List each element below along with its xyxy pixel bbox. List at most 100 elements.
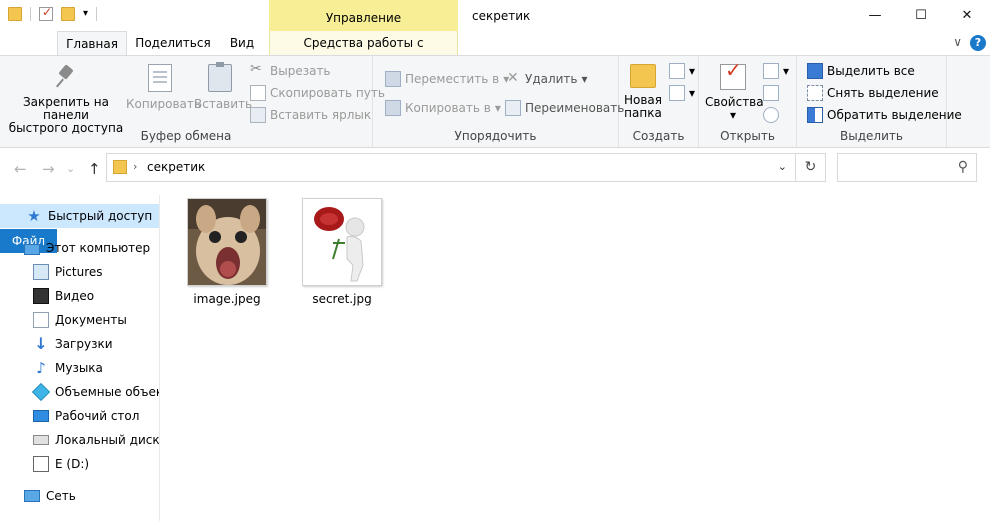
properties-icon [720, 64, 746, 90]
ribbon: Закрепить на панели быстрого доступа Коп… [0, 55, 990, 148]
copy-to-label: Копировать в [405, 101, 491, 115]
easy-access-button[interactable]: ▾ [669, 85, 695, 101]
chevron-down-icon: ▾ [689, 64, 696, 78]
sidebar-item-videos[interactable]: Видео [0, 284, 159, 308]
easy-access-icon [669, 85, 685, 101]
address-dropdown-icon[interactable]: ⌄ [778, 160, 787, 173]
sidebar-item-label: Загрузки [55, 337, 113, 351]
file-item[interactable]: image.jpeg [180, 198, 274, 306]
rename-icon [505, 100, 521, 116]
history-button[interactable] [763, 107, 779, 123]
search-input[interactable]: ⚲ [837, 153, 977, 182]
back-arrow-icon[interactable]: ← [14, 160, 27, 178]
refresh-button[interactable]: ↻ [796, 153, 826, 182]
pin-quick-access-button[interactable]: Закрепить на панели быстрого доступа [4, 64, 128, 135]
maximize-button[interactable]: ☐ [898, 0, 944, 31]
move-to-button[interactable]: Переместить в ▾ [385, 71, 509, 87]
sidebar-item-label: Документы [55, 313, 127, 327]
sidebar-item-quick-access[interactable]: ★ Быстрый доступ [0, 204, 159, 228]
copy-to-button[interactable]: Копировать в ▾ [385, 100, 501, 116]
close-button[interactable]: ✕ [944, 0, 990, 31]
music-note-icon: ♪ [36, 359, 46, 377]
sidebar-item-downloads[interactable]: ↓ Загрузки [0, 332, 159, 356]
select-all-button[interactable]: Выделить все [807, 63, 915, 79]
sidebar-item-desktop[interactable]: Рабочий стол [0, 404, 159, 428]
paste-shortcut-icon [250, 107, 266, 123]
new-folder-icon[interactable] [61, 7, 75, 21]
folder-icon[interactable] [8, 7, 22, 21]
tab-picture-tools[interactable]: Средства работы с рисунками [269, 31, 458, 74]
copy-path-button[interactable]: Скопировать путь [250, 85, 385, 101]
sidebar-item-music[interactable]: ♪ Музыка [0, 356, 159, 380]
sidebar-item-label: Этот компьютер [46, 241, 151, 255]
new-folder-button[interactable]: Новая папка [623, 64, 663, 120]
sidebar-item-label: Музыка [55, 361, 103, 375]
select-all-icon [807, 63, 823, 79]
breadcrumb-separator-icon[interactable]: › [133, 160, 137, 173]
sidebar-item-local-disk[interactable]: Локальный диск (C:) [0, 428, 159, 452]
edit-icon [763, 85, 779, 101]
recent-locations-icon[interactable]: ⌄ [66, 162, 75, 175]
select-none-button[interactable]: Снять выделение [807, 85, 939, 101]
drive-icon [33, 456, 49, 472]
invert-selection-icon [807, 107, 823, 123]
select-group: Выделить все Снять выделение Обратить вы… [797, 56, 962, 147]
dog-photo-icon [188, 199, 266, 285]
download-arrow-icon: ↓ [34, 334, 48, 353]
desktop-icon [33, 410, 49, 422]
chevron-down-icon: ▾ [729, 108, 737, 122]
organize-group: Переместить в ▾ Копировать в ▾ Удалить ▾… [373, 56, 624, 147]
breadcrumb-current[interactable]: секретик [147, 160, 205, 174]
star-icon: ★ [27, 207, 41, 225]
select-none-icon [807, 85, 823, 101]
up-arrow-icon[interactable]: ↑ [88, 160, 101, 178]
toolbar-divider [96, 7, 98, 21]
sidebar-item-label: Быстрый доступ [48, 209, 153, 223]
copy-button[interactable]: Копировать [126, 64, 201, 111]
copy-icon [148, 64, 172, 92]
address-bar[interactable]: › секретик ⌄ [106, 153, 796, 182]
properties-icon[interactable] [39, 5, 53, 21]
tab-view[interactable]: Вид [222, 31, 262, 55]
cut-button[interactable]: Вырезать [250, 61, 331, 79]
sidebar-item-label: Рабочий стол [55, 409, 140, 423]
cut-label: Вырезать [270, 64, 331, 78]
move-to-label: Переместить в [405, 72, 500, 86]
invert-selection-button[interactable]: Обратить выделение [807, 107, 962, 123]
properties-button[interactable]: Свойства ▾ [705, 64, 764, 122]
network-icon [24, 490, 40, 502]
figure-with-rose-icon [303, 199, 381, 285]
sidebar-item-label: Pictures [55, 265, 103, 279]
paste-label: Вставить [194, 97, 253, 111]
cube-icon [31, 382, 51, 402]
new-item-icon [669, 63, 685, 79]
delete-button[interactable]: Удалить ▾ [505, 70, 588, 87]
sidebar-item-this-pc[interactable]: Этот компьютер [0, 236, 159, 260]
sidebar-item-documents[interactable]: Документы [0, 308, 159, 332]
forward-arrow-icon[interactable]: → [42, 160, 55, 178]
sidebar-item-3d-objects[interactable]: Объемные объекты [0, 380, 159, 404]
sidebar-item-drive-e[interactable]: E (D:) [0, 452, 159, 476]
expand-ribbon-button[interactable]: ∨ [953, 31, 962, 55]
file-item[interactable]: secret.jpg [295, 198, 389, 306]
minimize-button[interactable]: — [852, 0, 898, 31]
sidebar-item-pictures[interactable]: Pictures [0, 260, 159, 284]
paste-button[interactable]: Вставить [194, 62, 253, 111]
window-title: секретик [472, 9, 531, 23]
select-all-label: Выделить все [827, 64, 915, 78]
new-item-button[interactable]: ▾ [669, 63, 695, 79]
copy-path-label: Скопировать путь [270, 86, 385, 100]
customize-toolbar-icon[interactable]: ▾ [83, 7, 88, 21]
chevron-down-icon: ▾ [783, 64, 790, 78]
open-button[interactable]: ▾ [763, 63, 789, 79]
new-group-label: Создать [632, 129, 685, 143]
tab-share[interactable]: Поделиться [130, 31, 216, 55]
help-icon[interactable]: ? [970, 35, 986, 51]
rename-button[interactable]: Переименовать [505, 100, 624, 116]
sidebar-item-network[interactable]: Сеть [0, 484, 159, 508]
paste-shortcut-button[interactable]: Вставить ярлык [250, 107, 371, 123]
edit-button[interactable] [763, 85, 779, 101]
folder-icon [113, 160, 127, 174]
tab-home[interactable]: Главная [57, 31, 127, 55]
pin-icon [55, 64, 77, 90]
